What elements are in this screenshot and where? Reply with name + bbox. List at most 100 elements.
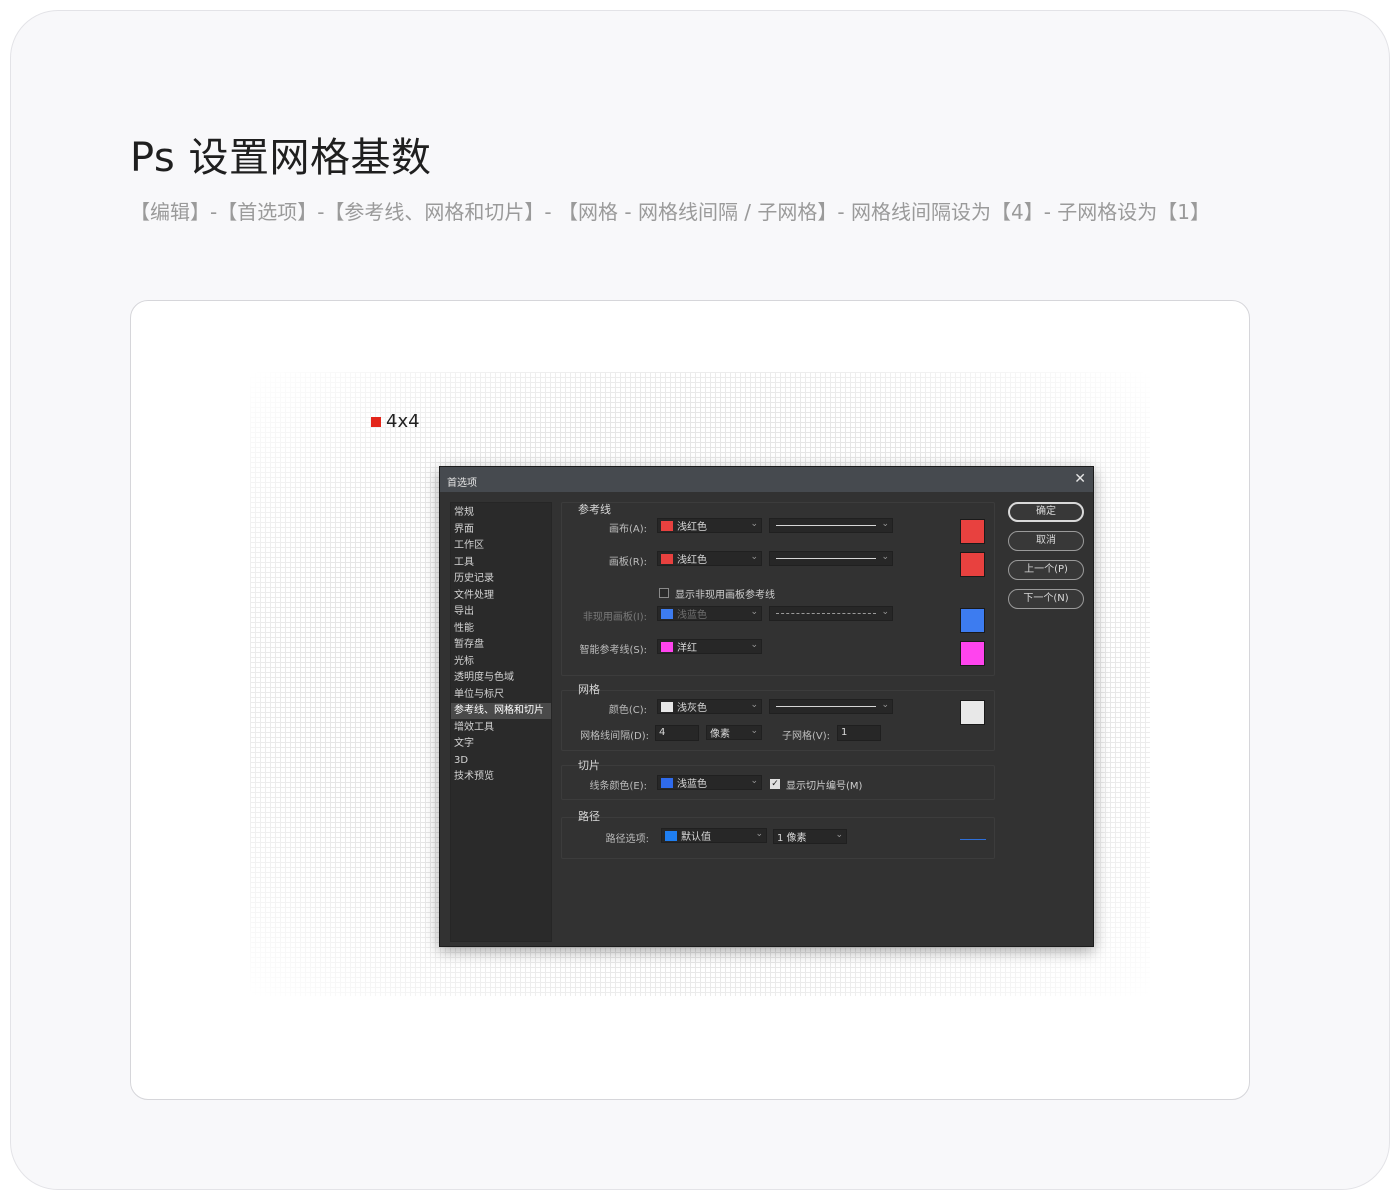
solid-line-sample [776, 558, 876, 559]
smart-guides-color-swatch[interactable] [960, 641, 985, 666]
smart-guides-swatch [661, 641, 673, 652]
gridline-spacing-input[interactable]: 4 [655, 725, 699, 741]
nav-item[interactable]: 常规 [451, 505, 551, 521]
gridline-unit-value: 像素 [710, 729, 730, 740]
subdivisions-label: 子网格(V): [782, 731, 831, 742]
artboard-guide-color-swatch[interactable] [960, 552, 985, 577]
dashed-line-sample [776, 613, 876, 614]
chevron-down-icon: ⌄ [750, 700, 758, 710]
dialog-titlebar: 首选项 ✕ [440, 467, 1093, 492]
path-line-preview [960, 839, 986, 840]
nav-item[interactable]: 文字 [451, 736, 551, 752]
page-subtitle: 【编辑】-【首选项】-【参考线、网格和切片】- 【网格 - 网格线间隔 / 子网… [130, 200, 1210, 224]
chevron-down-icon: ⌄ [750, 552, 758, 562]
chevron-down-icon: ⌄ [755, 829, 763, 839]
nav-item[interactable]: 界面 [451, 522, 551, 538]
grid-color-name: 浅灰色 [677, 703, 707, 714]
guides-heading: 参考线 [578, 503, 611, 516]
ok-button[interactable]: 确定 [1008, 502, 1084, 522]
previous-button[interactable]: 上一个(P) [1008, 560, 1084, 580]
grid-style-dropdown[interactable]: ⌄ [769, 699, 893, 714]
path-color-swatch [665, 830, 677, 841]
smart-guides-label: 智能参考线(S): [579, 645, 647, 656]
chevron-down-icon: ⌄ [750, 640, 758, 650]
artboard-guide-color-name: 浅红色 [677, 555, 707, 566]
cancel-button[interactable]: 取消 [1008, 531, 1084, 551]
chevron-down-icon: ⌄ [881, 552, 889, 562]
canvas-guide-swatch [661, 520, 673, 531]
preferences-nav: 常规 界面 工作区 工具 历史记录 文件处理 导出 性能 暂存盘 光标 透明度与色域 单位与标尺 参考线… [450, 502, 552, 942]
canvas-guide-color-dropdown[interactable]: 浅红色 ⌄ [657, 518, 762, 533]
chevron-down-icon: ⌄ [750, 776, 758, 786]
path-color-name: 默认值 [681, 832, 711, 843]
artboard-guide-label: 画板(R): [608, 557, 647, 568]
canvas-guide-color-swatch[interactable] [960, 519, 985, 544]
nav-item[interactable]: 导出 [451, 604, 551, 620]
path-options-label: 路径选项: [605, 834, 649, 845]
chevron-down-icon: ⌄ [881, 607, 889, 617]
nav-item[interactable]: 单位与标尺 [451, 687, 551, 703]
canvas-guide-color-name: 浅红色 [677, 522, 707, 533]
nav-item[interactable]: 历史记录 [451, 571, 551, 587]
legend-label: 4x4 [386, 411, 420, 432]
nav-item[interactable]: 光标 [451, 654, 551, 670]
inactive-artboard-style-dropdown[interactable]: ⌄ [769, 606, 893, 621]
artboard-guide-style-dropdown[interactable]: ⌄ [769, 551, 893, 566]
canvas-guide-style-dropdown[interactable]: ⌄ [769, 518, 893, 533]
preferences-dialog: 首选项 ✕ 常规 界面 工作区 工具 历史记录 文件处理 导出 性能 暂存盘 光标 透明度与色域 单位… [439, 466, 1094, 947]
gridline-spacing-label: 网格线间隔(D): [580, 731, 649, 742]
slice-line-swatch [661, 777, 673, 788]
nav-item[interactable]: 3D [451, 753, 551, 769]
next-button[interactable]: 下一个(N) [1008, 589, 1084, 609]
grid-legend: 4x4 [371, 411, 420, 432]
nav-item[interactable]: 性能 [451, 621, 551, 637]
legend-swatch [371, 416, 381, 427]
path-heading: 路径 [578, 810, 600, 823]
show-inactive-guides-checkbox[interactable] [659, 588, 669, 598]
inactive-artboard-color-dropdown[interactable]: 浅蓝色 ⌄ [657, 606, 762, 621]
solid-line-sample [776, 706, 876, 707]
smart-guides-color-name: 洋红 [677, 643, 697, 654]
grid-color-swatch[interactable] [960, 700, 985, 725]
subdivisions-input[interactable]: 1 [837, 725, 881, 741]
dialog-title: 首选项 [447, 478, 477, 489]
grid-color-label: 颜色(C): [608, 705, 647, 716]
solid-line-sample [776, 525, 876, 526]
inactive-artboard-color-swatch[interactable] [960, 608, 985, 633]
close-icon[interactable]: ✕ [1074, 471, 1086, 487]
chevron-down-icon: ⌄ [881, 700, 889, 710]
nav-item[interactable]: 工具 [451, 555, 551, 571]
nav-item[interactable]: 技术预览 [451, 769, 551, 785]
artboard-guide-color-dropdown[interactable]: 浅红色 ⌄ [657, 551, 762, 566]
path-width-dropdown[interactable]: 1 像素 ⌄ [773, 829, 847, 844]
nav-item[interactable]: 文件处理 [451, 588, 551, 604]
slices-heading: 切片 [578, 759, 600, 772]
chevron-down-icon: ⌄ [750, 726, 758, 736]
slice-line-color-dropdown[interactable]: 浅蓝色 ⌄ [657, 775, 762, 790]
grid-heading: 网格 [578, 683, 600, 696]
slice-line-color-name: 浅蓝色 [677, 779, 707, 790]
nav-item[interactable]: 工作区 [451, 538, 551, 554]
path-width-value: 1 像素 [777, 833, 807, 844]
path-color-dropdown[interactable]: 默认值 ⌄ [661, 828, 767, 843]
smart-guides-color-dropdown[interactable]: 洋红 ⌄ [657, 639, 762, 654]
nav-item[interactable]: 增效工具 [451, 720, 551, 736]
show-slice-numbers-checkbox[interactable]: ✓ [770, 779, 780, 789]
show-inactive-guides-label: 显示非现用画板参考线 [675, 590, 775, 601]
chevron-down-icon: ⌄ [881, 519, 889, 529]
inactive-artboard-color-name: 浅蓝色 [677, 610, 707, 621]
nav-item[interactable]: 暂存盘 [451, 637, 551, 653]
chevron-down-icon: ⌄ [835, 830, 843, 840]
artboard-guide-swatch [661, 553, 673, 564]
inactive-artboard-label: 非现用画板(I): [582, 612, 647, 623]
page-title: Ps 设置网格基数 [130, 135, 432, 181]
chevron-down-icon: ⌄ [750, 607, 758, 617]
nav-item[interactable]: 透明度与色域 [451, 670, 551, 686]
grid-color-swatch-small [661, 701, 673, 712]
grid-color-dropdown[interactable]: 浅灰色 ⌄ [657, 699, 762, 714]
inactive-artboard-swatch [661, 608, 673, 619]
gridline-unit-dropdown[interactable]: 像素 ⌄ [706, 725, 762, 740]
nav-item[interactable]: 参考线、网格和切片 [451, 703, 551, 719]
chevron-down-icon: ⌄ [750, 519, 758, 529]
canvas-guide-label: 画布(A): [608, 524, 647, 535]
